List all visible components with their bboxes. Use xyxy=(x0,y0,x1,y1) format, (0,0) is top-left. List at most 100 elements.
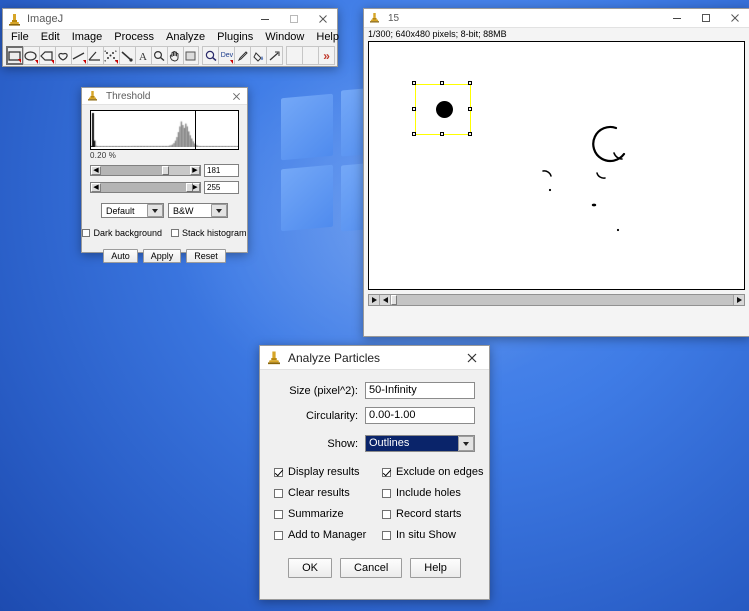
checkbox-box[interactable] xyxy=(82,229,91,237)
size-field[interactable]: 50-Infinity xyxy=(365,382,475,399)
checkbox-box[interactable] xyxy=(171,229,180,237)
slider-track[interactable] xyxy=(101,166,190,175)
oval-tool[interactable] xyxy=(23,46,40,65)
close-button[interactable] xyxy=(225,88,247,104)
apply-button[interactable]: Apply xyxy=(142,249,182,263)
roi-handle-tc[interactable] xyxy=(439,81,444,85)
upper-threshold-value[interactable]: 255 xyxy=(204,181,239,194)
lower-threshold-value[interactable]: 181 xyxy=(204,164,239,177)
slider-track[interactable] xyxy=(101,183,193,192)
menu-help[interactable]: Help xyxy=(310,30,345,45)
checkbox-stack-histogram[interactable]: Stack histogram xyxy=(171,228,247,238)
checkbox-exclude-on-edges[interactable]: Exclude on edges xyxy=(382,466,483,478)
checkbox-box[interactable] xyxy=(382,488,391,498)
text-tool[interactable]: A xyxy=(134,46,152,65)
roi-handle-mr[interactable] xyxy=(467,106,472,111)
brush-tool[interactable] xyxy=(234,46,252,65)
stack-slider-track[interactable] xyxy=(397,295,733,305)
threshold-titlebar[interactable]: Threshold xyxy=(82,88,247,105)
auto-button[interactable]: Auto xyxy=(103,249,138,263)
threshold-histogram[interactable] xyxy=(90,110,239,150)
checkbox-dark-background[interactable]: Dark background xyxy=(82,228,162,238)
help-button[interactable]: Help xyxy=(410,558,461,578)
checkbox-box[interactable] xyxy=(274,488,283,498)
upper-threshold-slider[interactable]: ◀ ▶ xyxy=(90,182,201,193)
line-tool[interactable] xyxy=(70,46,88,65)
image-canvas[interactable] xyxy=(368,41,745,290)
checkbox-clear-results[interactable]: Clear results xyxy=(274,487,382,499)
checkbox-box[interactable] xyxy=(274,530,283,540)
chevron-down-icon[interactable] xyxy=(211,204,227,217)
previous-slice-button[interactable] xyxy=(380,295,391,305)
chevron-down-icon[interactable] xyxy=(147,204,163,217)
minimize-button[interactable] xyxy=(662,9,691,27)
roi-handle-ml[interactable] xyxy=(411,106,416,111)
hand-tool[interactable] xyxy=(166,46,184,65)
image-window-titlebar[interactable]: 15 xyxy=(364,9,749,28)
checkbox-summarize[interactable]: Summarize xyxy=(274,508,382,520)
blank-tool-1[interactable] xyxy=(286,46,304,65)
slider-left-arrow[interactable]: ◀ xyxy=(91,183,101,192)
menu-edit[interactable]: Edit xyxy=(35,30,66,45)
analyze-particles-titlebar[interactable]: Analyze Particles xyxy=(260,346,489,370)
dev-tool[interactable]: Dev xyxy=(218,46,236,65)
close-button[interactable] xyxy=(308,9,337,29)
close-button[interactable] xyxy=(720,9,749,27)
checkbox-box[interactable] xyxy=(274,467,283,477)
menu-file[interactable]: File xyxy=(5,30,35,45)
point-tool[interactable] xyxy=(102,46,120,65)
maximize-button[interactable] xyxy=(279,9,308,29)
checkbox-box[interactable] xyxy=(382,530,391,540)
angle-tool[interactable] xyxy=(86,46,104,65)
slider-left-arrow[interactable]: ◀ xyxy=(91,166,101,175)
menu-plugins[interactable]: Plugins xyxy=(211,30,259,45)
threshold-method-select[interactable]: Default xyxy=(101,203,164,218)
checkbox-include-holes[interactable]: Include holes xyxy=(382,487,483,499)
zoom-tool[interactable] xyxy=(202,46,220,65)
minimize-button[interactable] xyxy=(250,9,279,29)
roi-handle-bl[interactable] xyxy=(411,132,416,136)
checkbox-add-to-manager[interactable]: Add to Manager xyxy=(274,529,382,541)
flood-fill-tool[interactable] xyxy=(250,46,268,65)
close-button[interactable] xyxy=(455,346,489,369)
menu-image[interactable]: Image xyxy=(66,30,109,45)
roi-handle-br[interactable] xyxy=(467,132,472,136)
show-select[interactable]: Outlines xyxy=(365,435,475,452)
checkbox-box[interactable] xyxy=(382,509,391,519)
slider-knob[interactable] xyxy=(185,183,193,192)
freehand-tool[interactable] xyxy=(54,46,72,65)
roi-handle-tl[interactable] xyxy=(411,81,416,85)
chevron-down-icon[interactable] xyxy=(458,436,474,451)
circularity-field[interactable]: 0.00-1.00 xyxy=(365,407,475,424)
arrow-tool[interactable] xyxy=(266,46,284,65)
checkbox-box[interactable] xyxy=(274,509,283,519)
magnifier-tool[interactable] xyxy=(150,46,168,65)
roi-handle-bc[interactable] xyxy=(439,132,444,136)
next-slice-button[interactable] xyxy=(733,295,744,305)
threshold-lut-select[interactable]: B&W xyxy=(168,203,228,218)
reset-button[interactable]: Reset xyxy=(186,249,226,263)
slider-right-arrow[interactable]: ▶ xyxy=(190,166,200,175)
slider-knob[interactable] xyxy=(162,166,170,175)
more-tools-chevron[interactable]: » xyxy=(318,46,336,65)
menu-process[interactable]: Process xyxy=(108,30,160,45)
ok-button[interactable]: OK xyxy=(288,558,333,578)
checkbox-display-results[interactable]: Display results xyxy=(274,466,382,478)
stack-slider[interactable] xyxy=(368,294,745,306)
checkbox-box[interactable] xyxy=(382,467,391,477)
roi-handle-tr[interactable] xyxy=(467,81,472,85)
cancel-button[interactable]: Cancel xyxy=(340,558,403,578)
wand-tool[interactable] xyxy=(118,46,136,65)
menu-window[interactable]: Window xyxy=(259,30,310,45)
play-button[interactable] xyxy=(369,295,380,305)
blank-tool-2[interactable] xyxy=(302,46,320,65)
rectangle-tool[interactable] xyxy=(6,46,24,65)
maximize-button[interactable] xyxy=(691,9,720,27)
checkbox-in-situ-show[interactable]: In situ Show xyxy=(382,529,483,541)
imagej-titlebar[interactable]: ImageJ xyxy=(3,9,337,30)
polygon-tool[interactable] xyxy=(38,46,56,65)
menu-analyze[interactable]: Analyze xyxy=(160,30,211,45)
checkbox-record-starts[interactable]: Record starts xyxy=(382,508,483,520)
lower-threshold-slider[interactable]: ◀ ▶ xyxy=(90,165,201,176)
dropper-tool[interactable] xyxy=(182,46,200,65)
